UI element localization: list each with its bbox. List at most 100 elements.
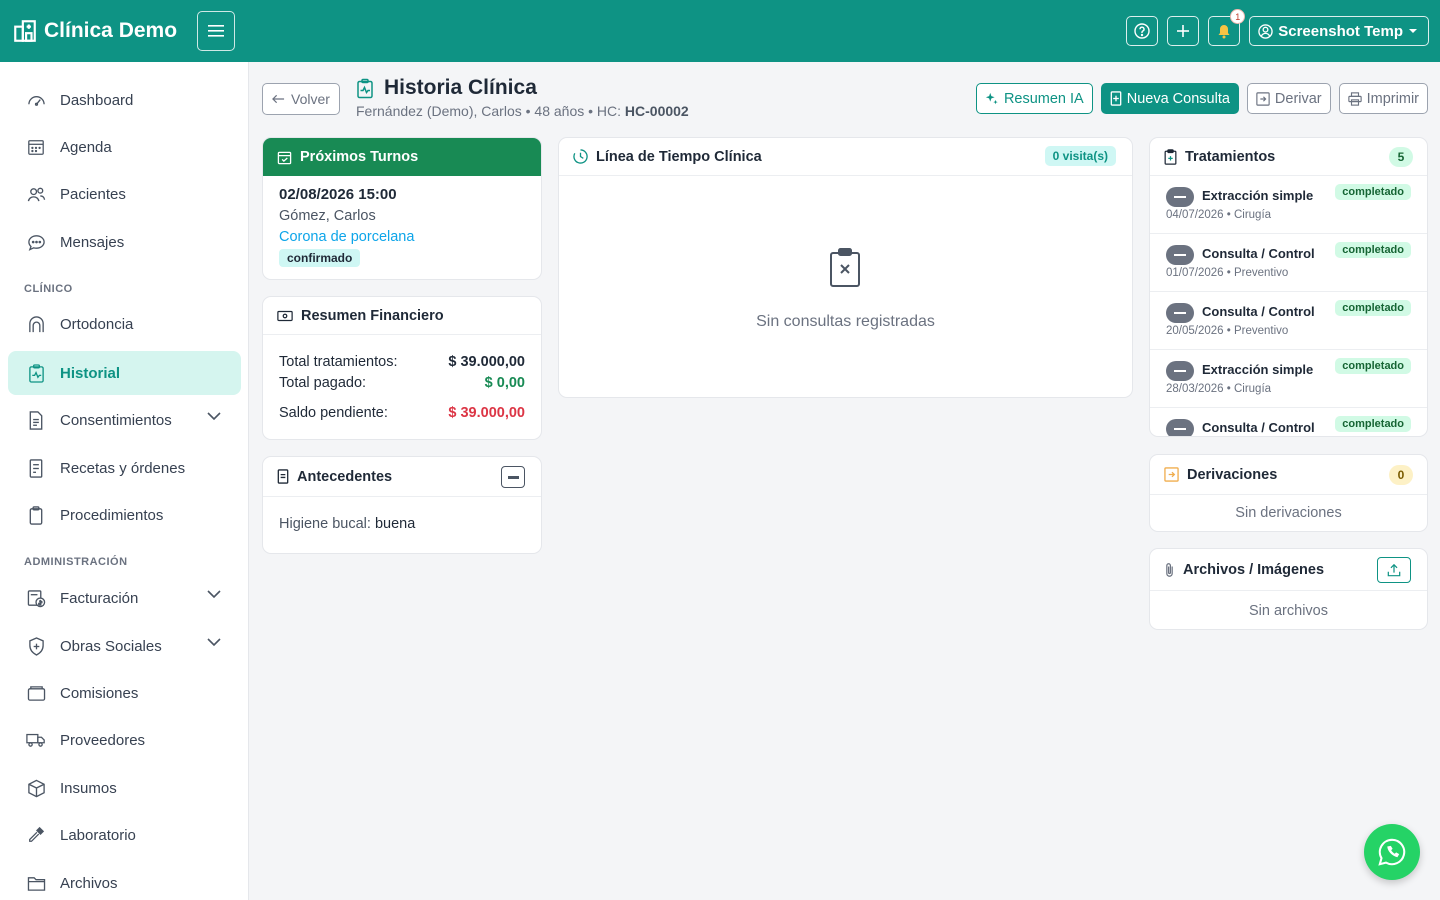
paperclip-icon bbox=[1166, 562, 1173, 577]
imprimir-button[interactable]: Imprimir bbox=[1338, 83, 1428, 114]
card-title: Archivos / Imágenes bbox=[1183, 561, 1325, 578]
sidebar-item-procedimientos[interactable]: Procedimientos bbox=[8, 493, 241, 537]
collapse-button[interactable] bbox=[501, 466, 525, 488]
sidebar-item-recetas[interactable]: Recetas y órdenes bbox=[8, 446, 241, 490]
clipboard-plus-icon bbox=[1164, 148, 1177, 165]
sidebar-item-label: Mensajes bbox=[60, 233, 125, 251]
upload-button[interactable] bbox=[1377, 557, 1411, 583]
hc-code: HC-00002 bbox=[624, 103, 689, 119]
whatsapp-icon bbox=[1378, 838, 1406, 866]
whatsapp-button[interactable] bbox=[1364, 824, 1420, 880]
card-header: Resumen Financiero bbox=[263, 297, 541, 335]
fin-label: Total tratamientos: bbox=[279, 354, 398, 370]
sidebar-item-label: Ortodoncia bbox=[60, 315, 134, 333]
sidebar: Dashboard Agenda Pacientes Mensajes CLÍN… bbox=[0, 62, 249, 900]
treatments-count-badge: 5 bbox=[1389, 147, 1413, 167]
help-button[interactable] bbox=[1126, 16, 1159, 46]
sidebar-item-label: Agenda bbox=[60, 138, 112, 156]
sidebar-item-ortodoncia[interactable]: Ortodoncia bbox=[8, 302, 241, 346]
card-title: Resumen Financiero bbox=[301, 307, 444, 324]
card-title: Línea de Tiempo Clínica bbox=[596, 148, 762, 165]
chevron-down-icon bbox=[207, 412, 221, 421]
card-header: Derivaciones 0 bbox=[1150, 455, 1427, 495]
dash-circle-icon bbox=[1166, 245, 1194, 265]
turno-patient: Gómez, Carlos bbox=[279, 208, 376, 224]
nueva-consulta-label: Nueva Consulta bbox=[1126, 90, 1230, 107]
fin-label: Total pagado: bbox=[279, 375, 367, 391]
sparkles-icon bbox=[985, 92, 998, 104]
sidebar-item-label: Historial bbox=[60, 364, 121, 382]
clock-history-icon bbox=[573, 149, 588, 164]
sidebar-item-comisiones[interactable]: Comisiones bbox=[8, 671, 241, 715]
fin-label: Saldo pendiente: bbox=[279, 405, 388, 421]
derivaciones-empty-message: Sin derivaciones bbox=[1235, 505, 1342, 521]
sidebar-item-laboratorio[interactable]: Laboratorio bbox=[8, 813, 241, 857]
notification-count-badge: 1 bbox=[1230, 9, 1246, 24]
add-button[interactable] bbox=[1167, 16, 1200, 46]
eyedropper-icon bbox=[26, 825, 46, 845]
visits-count-badge: 0 visita(s) bbox=[1044, 146, 1116, 166]
sidebar-item-proveedores[interactable]: Proveedores bbox=[8, 718, 241, 762]
derivaciones-count-badge: 0 bbox=[1389, 465, 1413, 485]
brand[interactable]: Clínica Demo bbox=[12, 18, 197, 44]
list-item[interactable]: Consulta / Control completado bbox=[1150, 408, 1427, 436]
treatment-meta: 01/07/2026 • Preventivo bbox=[1166, 267, 1289, 279]
chevron-down-icon bbox=[207, 590, 221, 599]
sidebar-item-label: Obras Sociales bbox=[60, 637, 162, 655]
imprimir-label: Imprimir bbox=[1366, 90, 1419, 107]
sidebar-item-consentimientos[interactable]: Consentimientos bbox=[8, 398, 241, 442]
menu-toggle-button[interactable] bbox=[197, 11, 235, 51]
list-item[interactable]: Extracción simple 04/07/2026 • Cirugía c… bbox=[1150, 176, 1427, 234]
dash-circle-icon bbox=[1166, 361, 1194, 381]
sidebar-item-label: Proveedores bbox=[60, 731, 146, 749]
derivar-button[interactable]: Derivar bbox=[1246, 83, 1331, 114]
list-item[interactable]: Consulta / Control 20/05/2026 • Preventi… bbox=[1150, 292, 1427, 350]
clipboard-pulse-icon bbox=[357, 78, 373, 99]
file-text-icon bbox=[277, 469, 289, 484]
sidebar-item-historial[interactable]: Historial bbox=[8, 351, 241, 395]
sidebar-item-pacientes[interactable]: Pacientes bbox=[8, 172, 241, 216]
card-title: Tratamientos bbox=[1185, 148, 1276, 165]
derivaciones-card: Derivaciones 0 Sin derivaciones bbox=[1149, 454, 1428, 532]
archivos-empty-message: Sin archivos bbox=[1249, 603, 1328, 619]
nav-section-clinico: CLÍNICO bbox=[24, 283, 73, 295]
brand-name: Clínica Demo bbox=[44, 19, 178, 42]
sidebar-item-insumos[interactable]: Insumos bbox=[8, 766, 241, 810]
sidebar-item-label: Consentimientos bbox=[60, 411, 172, 429]
status-badge: completado bbox=[1335, 242, 1411, 258]
sidebar-item-facturacion[interactable]: Facturación bbox=[8, 576, 241, 620]
arrow-left-icon bbox=[272, 94, 285, 104]
list-item[interactable]: Extracción simple 28/03/2026 • Cirugía c… bbox=[1150, 350, 1427, 408]
file-plus-icon bbox=[1110, 91, 1122, 106]
clipboard-pulse-icon bbox=[26, 363, 46, 383]
card-title: Próximos Turnos bbox=[300, 149, 419, 165]
chat-icon bbox=[26, 232, 46, 252]
card-header: Tratamientos 5 bbox=[1150, 138, 1427, 176]
hamburger-icon bbox=[208, 25, 224, 37]
nueva-consulta-button[interactable]: Nueva Consulta bbox=[1100, 83, 1239, 114]
card-title: Antecedentes bbox=[297, 468, 393, 485]
sidebar-item-archivos[interactable]: Archivos bbox=[8, 861, 241, 900]
resumen-ia-button[interactable]: Resumen IA bbox=[975, 83, 1093, 114]
sidebar-item-agenda[interactable]: Agenda bbox=[8, 125, 241, 169]
card-header: Archivos / Imágenes bbox=[1150, 549, 1427, 591]
help-icon bbox=[1134, 23, 1150, 39]
prescription-icon bbox=[26, 458, 46, 478]
timeline-empty-message: Sin consultas registradas bbox=[756, 313, 935, 330]
sidebar-item-mensajes[interactable]: Mensajes bbox=[8, 220, 241, 264]
user-menu-button[interactable]: Screenshot Temp bbox=[1249, 16, 1429, 46]
dash-circle-icon bbox=[1166, 419, 1194, 436]
notifications-button[interactable]: 1 bbox=[1208, 9, 1246, 46]
derivar-label: Derivar bbox=[1274, 90, 1322, 107]
treatment-name: Consulta / Control bbox=[1202, 304, 1315, 319]
sidebar-item-dashboard[interactable]: Dashboard bbox=[8, 78, 241, 122]
back-button[interactable]: Volver bbox=[262, 83, 340, 115]
sidebar-item-obras-sociales[interactable]: Obras Sociales bbox=[8, 624, 241, 668]
turno-procedure[interactable]: Corona de porcelana bbox=[279, 229, 414, 245]
treatment-meta: 04/07/2026 • Cirugía bbox=[1166, 209, 1272, 221]
proximos-turnos-card: Próximos Turnos 02/08/2026 15:00 Gómez, … bbox=[262, 137, 542, 280]
list-item[interactable]: Consulta / Control 01/07/2026 • Preventi… bbox=[1150, 234, 1427, 292]
sidebar-item-label: Pacientes bbox=[60, 185, 126, 203]
fin-value: $ 39.000,00 bbox=[448, 354, 525, 370]
status-badge: completado bbox=[1335, 416, 1411, 432]
